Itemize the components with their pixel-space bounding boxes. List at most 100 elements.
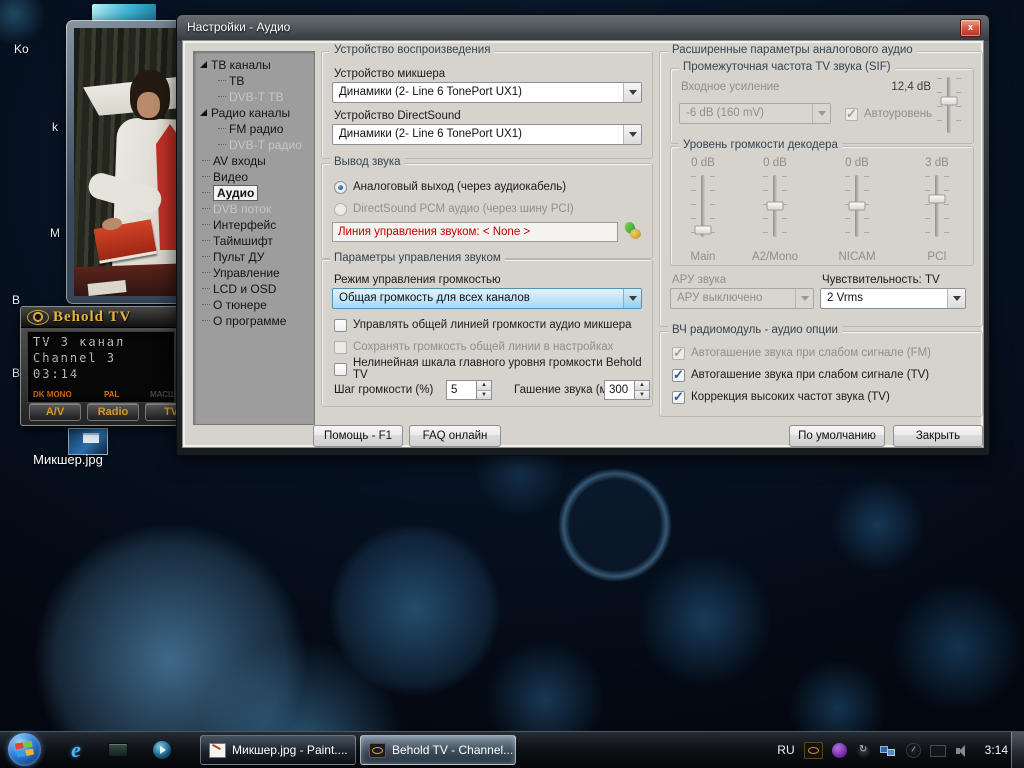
sidebar-item-about-tuner[interactable]: О тюнере <box>194 297 314 313</box>
slider-thumb[interactable] <box>767 202 784 211</box>
tree-expand-icon[interactable] <box>200 61 207 68</box>
close-button[interactable]: Закрыть <box>893 425 983 447</box>
mixer-device-combo[interactable]: Динамики (2- Line 6 TonePort UX1) <box>332 82 642 103</box>
desktop-icon-label[interactable]: k <box>52 120 58 134</box>
directsound-device-combo[interactable]: Динамики (2- Line 6 TonePort UX1) <box>332 124 642 145</box>
close-icon[interactable]: x <box>960 19 981 37</box>
mixer-jpg-icon[interactable] <box>68 428 108 455</box>
chevron-down-icon[interactable] <box>623 83 641 102</box>
checkbox-disabled-icon <box>334 341 347 354</box>
decoder-slider-pci[interactable] <box>935 175 939 237</box>
media-player-icon[interactable] <box>150 738 174 762</box>
teal-thumbnail-icon[interactable] <box>92 4 156 21</box>
sidebar-item-video[interactable]: Видео <box>194 169 314 185</box>
sidebar-item-lcd-osd[interactable]: LCD и OSD <box>194 281 314 297</box>
tree-connector <box>202 224 210 226</box>
faq-online-button[interactable]: FAQ онлайн <box>409 425 501 447</box>
defaults-button[interactable]: По умолчанию <box>789 425 885 447</box>
behold-tv-window[interactable]: Behold TV TV 3 канал Channel 3 03:14 DK … <box>20 306 178 426</box>
desktop-icon-label[interactable]: B <box>12 366 20 380</box>
taskbar-task-paint[interactable]: Микшер.jpg - Paint.... <box>200 735 356 765</box>
input-gain-label: Входное усиление <box>681 81 779 93</box>
sidebar-item-timeshift[interactable]: Таймшифт <box>194 233 314 249</box>
decoder-slider-main[interactable] <box>701 175 705 237</box>
tree-connector <box>202 272 210 274</box>
tray-volume-icon[interactable] <box>955 743 972 758</box>
sidebar-item-dvb-stream[interactable]: DVB поток <box>194 201 314 217</box>
folder-icon[interactable] <box>106 738 130 762</box>
language-indicator[interactable]: RU <box>777 743 794 757</box>
mixer-jpg-label[interactable]: Микшер.jpg <box>6 452 130 467</box>
decoder-channel-nicam: 0 dB NICAM <box>825 157 889 169</box>
checkbox-checked-icon[interactable] <box>672 369 685 382</box>
behold-tv-button[interactable]: TV <box>145 403 178 421</box>
sidebar-item-dvbt-radio[interactable]: DVB-T радио <box>194 137 314 153</box>
sensitivity-combo[interactable]: 2 Vrms <box>820 288 966 309</box>
tree-connector <box>202 304 210 306</box>
checkbox-checked-icon[interactable] <box>672 391 685 404</box>
behold-radio-button[interactable]: Radio <box>87 403 139 421</box>
taskbar-task-behold[interactable]: Behold TV - Channel... <box>360 735 516 765</box>
tray-gauge-icon[interactable] <box>906 743 921 758</box>
desktop-icon-label[interactable]: Ko <box>14 42 29 56</box>
tree-connector <box>202 256 210 258</box>
sidebar-item-audio[interactable]: Аудио <box>194 185 314 201</box>
analog-output-radio[interactable]: Аналоговый выход (через аудиокабель) <box>334 180 566 194</box>
automute-tv-checkbox-row[interactable]: Автогашение звука при слабом сигнале (TV… <box>672 368 929 382</box>
desktop-icon-label[interactable]: B <box>12 293 20 307</box>
checkbox-unchecked-icon[interactable] <box>334 319 347 332</box>
decoder-slider-a2mono[interactable] <box>773 175 777 237</box>
sidebar-item-tv[interactable]: ТВ <box>194 73 314 89</box>
hf-correction-checkbox-row[interactable]: Коррекция высоких частот звука (TV) <box>672 390 890 404</box>
spin-down-icon[interactable]: ▼ <box>477 391 491 400</box>
volume-step-spinner[interactable]: 5 ▲▼ <box>446 380 492 400</box>
sidebar-item-fm-radio[interactable]: FM радио <box>194 121 314 137</box>
spin-up-icon[interactable]: ▲ <box>477 381 491 391</box>
mute-time-spinner[interactable]: 300 ▲▼ <box>604 380 650 400</box>
dialog-title-bar[interactable]: Настройки - Аудио x <box>177 15 989 41</box>
chevron-down-icon[interactable] <box>947 289 965 308</box>
sidebar-item-interface[interactable]: Интерфейс <box>194 217 314 233</box>
slider-thumb[interactable] <box>849 202 866 211</box>
internet-explorer-icon[interactable]: e <box>64 738 88 762</box>
help-button[interactable]: Помощь - F1 <box>313 425 403 447</box>
slider-thumb[interactable] <box>929 194 946 203</box>
slider-thumb[interactable] <box>695 225 712 234</box>
start-button[interactable] <box>8 733 41 766</box>
checkbox-unchecked-icon[interactable] <box>334 363 347 376</box>
tree-expand-icon[interactable] <box>200 109 207 116</box>
tray-sync-icon[interactable]: ↻ <box>856 743 871 758</box>
checkbox-disabled-checked-icon <box>845 108 858 121</box>
decoder-slider-nicam[interactable] <box>855 175 859 237</box>
behold-av-button[interactable]: A/V <box>29 403 81 421</box>
directsound-pcm-radio[interactable]: DirectSound PCM аудио (через шину PCI) <box>334 202 574 216</box>
line-picker-icon[interactable] <box>624 222 642 240</box>
spin-down-icon[interactable]: ▼ <box>635 391 649 400</box>
desktop-icon-label[interactable]: М <box>50 226 60 240</box>
sidebar-item-dvbt-tv[interactable]: DVB-T ТВ <box>194 89 314 105</box>
behold-title-bar[interactable]: Behold TV <box>21 307 177 328</box>
volume-mode-combo[interactable]: Общая громкость для всех каналов <box>332 288 642 309</box>
nonlinear-scale-checkbox-row[interactable]: Нелинейная шкала главного уровня громкос… <box>334 362 652 376</box>
tray-network-icon[interactable] <box>880 743 897 758</box>
chevron-down-icon[interactable] <box>623 125 641 144</box>
sidebar-item-tv-channels[interactable]: ТВ каналы <box>194 57 314 73</box>
sidebar-item-remote[interactable]: Пульт ДУ <box>194 249 314 265</box>
decoder-volume-group: Уровень громкости декодера 0 dB Main 0 d… <box>670 146 974 266</box>
spin-up-icon[interactable]: ▲ <box>635 381 649 391</box>
volume-control-group: Параметры управления звуком Режим управл… <box>321 259 653 407</box>
sidebar-item-av-inputs[interactable]: AV входы <box>194 153 314 169</box>
slider-thumb[interactable] <box>941 96 958 105</box>
tray-behold-tv-icon[interactable] <box>804 742 823 759</box>
sidebar-item-about-program[interactable]: О программе <box>194 313 314 329</box>
sif-gain-slider[interactable] <box>947 77 951 133</box>
mixer-line-checkbox-row[interactable]: Управлять общей линией громкости аудио м… <box>334 318 632 332</box>
tray-display-icon[interactable] <box>930 745 946 757</box>
show-desktop-button[interactable] <box>1011 732 1024 768</box>
sidebar-item-radio-channels[interactable]: Радио каналы <box>194 105 314 121</box>
sidebar-item-control[interactable]: Управление <box>194 265 314 281</box>
chevron-down-icon[interactable] <box>623 289 641 308</box>
tray-torrent-icon[interactable] <box>832 743 847 758</box>
radio-on-icon[interactable] <box>334 181 347 194</box>
input-gain-value: 12,4 dB <box>861 81 931 93</box>
